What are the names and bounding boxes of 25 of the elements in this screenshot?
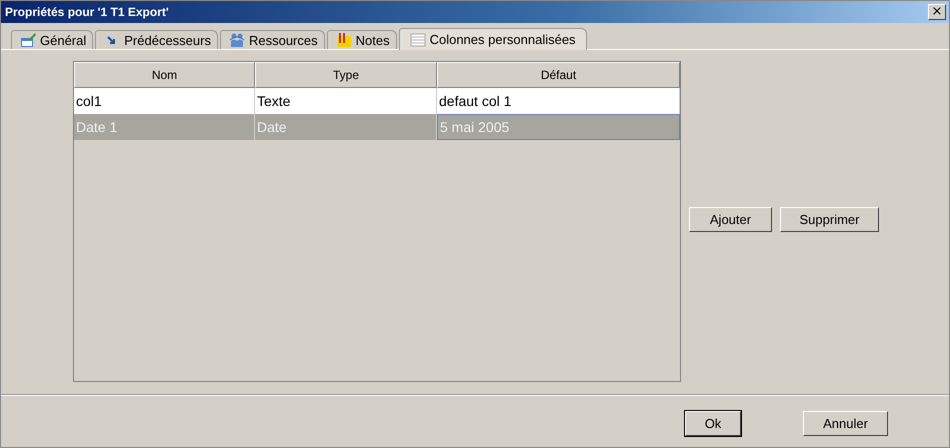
ok-button[interactable]: Ok — [685, 410, 741, 436]
people-icon — [228, 32, 245, 48]
tab[interactable]: Colonnes personnalisées — [398, 28, 587, 50]
column-header[interactable]: Défaut — [437, 62, 680, 88]
table-row[interactable]: col1 Texte defaut col 1 — [74, 88, 680, 114]
button[interactable]: Supprimer — [780, 207, 879, 232]
table-cell: Date 1 — [74, 114, 255, 140]
button[interactable]: Ajouter — [689, 207, 772, 232]
tab[interactable]: Ressources — [220, 30, 325, 49]
window-title: Propriétés pour '1 T1 Export' — [5, 5, 169, 19]
close-button[interactable]: × — [928, 4, 946, 20]
column-header[interactable]: Type — [255, 62, 437, 88]
cancel-button[interactable]: Annuler — [803, 410, 888, 436]
tab[interactable]: Prédécesseurs — [95, 30, 218, 49]
table-cell: defaut col 1 — [437, 88, 680, 114]
table-icon — [410, 32, 426, 48]
table-cell: Date — [255, 114, 437, 140]
column-header[interactable]: Nom — [74, 62, 255, 88]
table-cell: 5 mai 2005 — [437, 114, 680, 140]
note-icon — [336, 32, 352, 48]
tab[interactable]: Général — [11, 30, 94, 49]
tab[interactable]: Notes — [326, 30, 397, 49]
table-cell: col1 — [74, 88, 255, 114]
edit-icon — [20, 32, 36, 48]
table-cell: Texte — [255, 88, 437, 114]
